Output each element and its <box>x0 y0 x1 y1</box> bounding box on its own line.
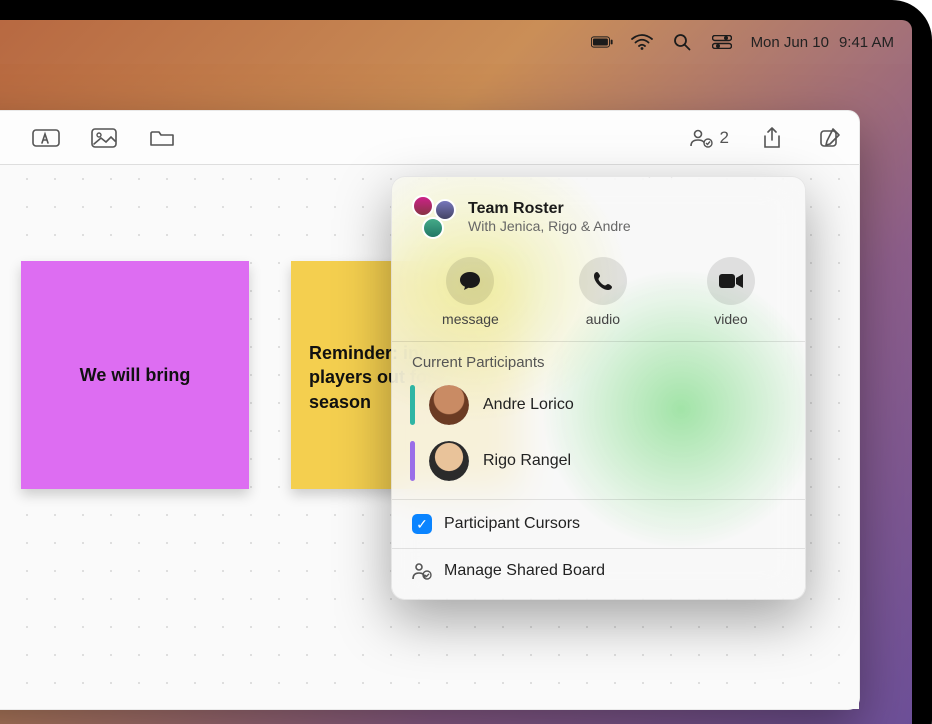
control-center-icon[interactable] <box>711 33 733 51</box>
manage-shared-board[interactable]: Manage Shared Board <box>392 548 805 599</box>
participant-color-bar <box>410 441 415 481</box>
popover-subtitle: With Jenica, Rigo & Andre <box>468 218 631 234</box>
participant-name: Rigo Rangel <box>483 452 571 470</box>
audio-action[interactable]: audio <box>579 257 627 327</box>
laptop-frame: Mon Jun 10 9:41 AM <box>0 0 932 724</box>
manage-board-label: Manage Shared Board <box>444 562 605 580</box>
file-tool-icon[interactable] <box>147 123 177 153</box>
collaborate-count: 2 <box>720 128 729 148</box>
group-avatar-stack <box>412 195 456 239</box>
participant-cursors-toggle[interactable]: ✓ Participant Cursors <box>392 500 805 548</box>
popover-header: Team Roster With Jenica, Rigo & Andre <box>392 177 805 249</box>
avatar <box>429 385 469 425</box>
wifi-icon[interactable] <box>631 33 653 51</box>
freeform-window: 2 We will bring Reminder: injured player… <box>0 110 860 710</box>
menubar-time: 9:41 AM <box>839 34 894 51</box>
video-icon <box>707 257 755 305</box>
popover-actions: message audio video <box>392 249 805 342</box>
participant-row[interactable]: Rigo Rangel <box>392 433 805 489</box>
participant-color-bar <box>410 385 415 425</box>
participant-name: Andre Lorico <box>483 396 574 414</box>
text-tool-icon[interactable] <box>31 123 61 153</box>
participants-section-title: Current Participants <box>392 342 805 377</box>
collaboration-popover: Team Roster With Jenica, Rigo & Andre me… <box>391 176 806 600</box>
toolbar: 2 <box>0 111 859 165</box>
video-action[interactable]: video <box>707 257 755 327</box>
participant-row[interactable]: Andre Lorico <box>392 377 805 433</box>
menubar-datetime[interactable]: Mon Jun 10 9:41 AM <box>751 34 894 51</box>
battery-icon[interactable] <box>591 33 613 51</box>
menubar: Mon Jun 10 9:41 AM <box>0 20 912 64</box>
checkbox-label: Participant Cursors <box>444 515 580 533</box>
message-icon <box>446 257 494 305</box>
checkbox-checked-icon: ✓ <box>412 514 432 534</box>
action-label: audio <box>586 311 620 327</box>
avatar <box>429 441 469 481</box>
sticky-note-pink[interactable]: We will bring <box>21 261 249 489</box>
media-tool-icon[interactable] <box>89 123 119 153</box>
message-action[interactable]: message <box>442 257 499 327</box>
action-label: video <box>714 311 747 327</box>
sticky-note-text: We will bring <box>80 365 191 386</box>
action-label: message <box>442 311 499 327</box>
sticky-tool-icon[interactable] <box>0 123 3 153</box>
menubar-date: Mon Jun 10 <box>751 34 829 51</box>
share-icon[interactable] <box>757 123 787 153</box>
manage-board-icon <box>412 561 432 581</box>
spotlight-icon[interactable] <box>671 33 693 51</box>
desktop: Mon Jun 10 9:41 AM <box>0 20 912 724</box>
compose-icon[interactable] <box>815 123 845 153</box>
phone-icon <box>579 257 627 305</box>
collaborate-button[interactable]: 2 <box>690 128 729 148</box>
popover-title: Team Roster <box>468 200 631 218</box>
